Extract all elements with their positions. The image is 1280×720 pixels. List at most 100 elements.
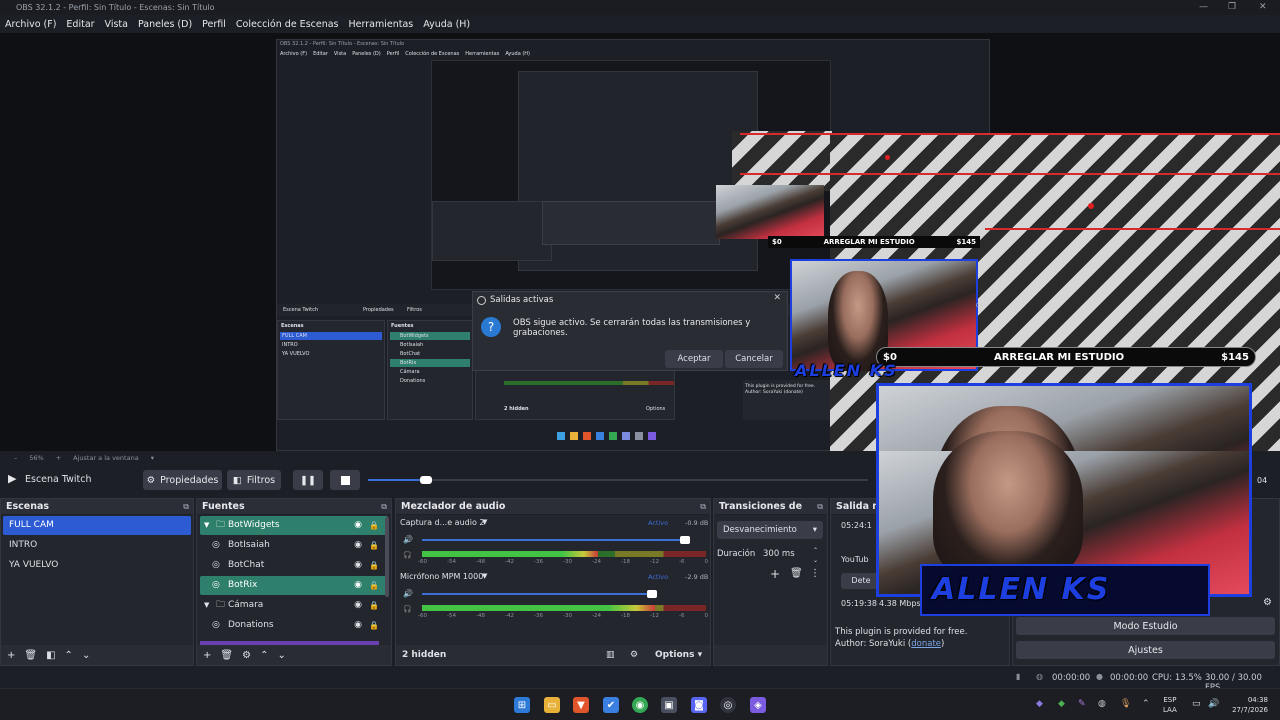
gear-icon[interactable]: ⚙: [242, 650, 251, 661]
source-item[interactable]: ◎ Donations ◉ 🔒: [200, 616, 388, 635]
tray-icon[interactable]: ◆: [1058, 699, 1065, 709]
speaker-icon[interactable]: 🔊: [403, 535, 413, 544]
monitor-icon[interactable]: 🎧: [403, 551, 412, 559]
pause-button[interactable]: ❚❚: [293, 470, 323, 490]
file-explorer-icon[interactable]: ▭: [544, 697, 560, 713]
chevron-down-icon[interactable]: ▼: [482, 572, 487, 580]
add-icon[interactable]: +: [7, 650, 15, 661]
zoom-in-icon[interactable]: +: [56, 454, 61, 462]
lock-icon[interactable]: 🔒: [369, 596, 379, 615]
properties-button[interactable]: ⚙ Propiedades: [143, 470, 222, 490]
mixer-options[interactable]: Options ▾: [655, 650, 702, 660]
dialog-close-icon[interactable]: ✕: [773, 293, 781, 303]
undock-icon[interactable]: ⧉: [817, 499, 823, 515]
filters-button[interactable]: ◧ Filtros: [227, 470, 281, 490]
eye-icon[interactable]: ◉: [354, 576, 362, 595]
trash-icon[interactable]: 🗑: [220, 650, 233, 661]
lock-icon[interactable]: 🔒: [369, 616, 379, 635]
todo-icon[interactable]: ✔: [603, 697, 619, 713]
eye-icon[interactable]: ◉: [354, 596, 362, 615]
arrow-down-icon[interactable]: ⌄: [277, 650, 285, 661]
maximize-icon[interactable]: ❐: [1228, 0, 1236, 15]
windows-start-icon[interactable]: ⊞: [514, 697, 530, 713]
scene-item-intro[interactable]: INTRO: [3, 536, 191, 555]
microphone-icon[interactable]: 🎙: [1120, 699, 1131, 709]
dialog-cancel-button[interactable]: Cancelar: [725, 350, 783, 368]
menu-ayuda[interactable]: Ayuda (H): [423, 19, 470, 30]
undock-icon[interactable]: ⧉: [700, 499, 706, 515]
scene-item-full-cam[interactable]: FULL CAM: [3, 516, 191, 535]
more-icon[interactable]: ⋮: [810, 568, 820, 579]
settings-button[interactable]: Ajustes: [1016, 641, 1275, 659]
zoom-out-icon[interactable]: –: [14, 454, 17, 462]
menu-herramientas[interactable]: Herramientas: [349, 19, 414, 30]
eye-icon[interactable]: ◉: [354, 536, 362, 555]
trash-icon[interactable]: 🗑: [790, 568, 803, 579]
trash-icon[interactable]: 🗑: [24, 650, 37, 661]
game-icon[interactable]: ▣: [661, 697, 677, 713]
menu-perfil[interactable]: Perfil: [202, 19, 226, 30]
scrollbar[interactable]: [385, 517, 389, 597]
menu-archivo[interactable]: Archivo (F): [5, 19, 56, 30]
close-icon[interactable]: ✕: [1259, 0, 1267, 15]
menu-coleccion[interactable]: Colección de Escenas: [236, 19, 339, 30]
transform-handle[interactable]: [1088, 203, 1094, 209]
clock[interactable]: 04:38 27/7/2026: [1228, 695, 1268, 715]
lock-icon[interactable]: 🔒: [369, 516, 379, 535]
tray-icon[interactable]: ◆: [1036, 699, 1043, 709]
eye-icon[interactable]: ◉: [354, 516, 362, 535]
chevron-down-icon[interactable]: ▼: [482, 518, 487, 526]
chevron-down-icon[interactable]: ▼: [204, 516, 209, 535]
volume-slider[interactable]: [422, 536, 691, 544]
chrome-icon[interactable]: ◉: [632, 697, 648, 713]
zoom-fit[interactable]: Ajustar a la ventana: [73, 454, 139, 462]
eye-icon[interactable]: ◉: [354, 556, 362, 575]
arrow-down-icon[interactable]: ⌄: [82, 650, 90, 661]
transition-select[interactable]: Desvanecimiento ▾: [717, 521, 823, 539]
tray-icon[interactable]: ◍: [1098, 699, 1106, 709]
chevron-down-icon[interactable]: ▼: [204, 596, 209, 615]
monitor-icon[interactable]: 🎧: [403, 605, 412, 613]
preview-canvas[interactable]: OBS 32.1.2 - Perfil: Sin Título - Escena…: [0, 33, 1280, 451]
chevron-up-icon[interactable]: ⌃: [1142, 699, 1150, 709]
add-icon[interactable]: +: [203, 650, 211, 661]
play-icon[interactable]: ▶: [8, 472, 16, 485]
menu-editar[interactable]: Editar: [66, 19, 94, 30]
volume-slider[interactable]: [422, 590, 657, 598]
donate-link[interactable]: donate: [911, 639, 941, 649]
source-item[interactable]: ▼ 🗀 Cámara ◉ 🔒: [200, 596, 388, 615]
undock-icon[interactable]: ⧉: [183, 499, 189, 515]
network-icon[interactable]: ▭: [1192, 699, 1201, 709]
arrow-up-icon[interactable]: ⌃: [65, 650, 73, 661]
studio-mode-button[interactable]: Modo Estudio: [1016, 617, 1275, 635]
seek-handle[interactable]: [420, 476, 432, 484]
dialog-accept-button[interactable]: Aceptar: [665, 350, 723, 368]
duration-input[interactable]: 300 ms ⌃ ⌄: [760, 545, 822, 564]
discord-icon[interactable]: ◙: [691, 697, 707, 713]
brave-browser-icon[interactable]: ▼: [573, 697, 589, 713]
filter-icon[interactable]: ◧: [46, 650, 55, 661]
lock-icon[interactable]: 🔒: [369, 536, 379, 555]
lock-icon[interactable]: 🔒: [369, 556, 379, 575]
menu-vista[interactable]: Vista: [105, 19, 128, 30]
seek-track[interactable]: [368, 476, 868, 484]
obs-icon[interactable]: ◎: [720, 697, 736, 713]
stop-button[interactable]: [330, 470, 360, 490]
speaker-icon[interactable]: 🔊: [403, 589, 413, 598]
tray-icon[interactable]: ✎: [1078, 699, 1086, 709]
scene-item-ya-vuelvo[interactable]: YA VUELVO: [3, 556, 191, 575]
volume-knob[interactable]: [646, 590, 657, 598]
output-stop-button[interactable]: Dete: [841, 573, 881, 589]
twitch-app-icon[interactable]: ◈: [750, 697, 766, 713]
layout-icon[interactable]: ▥: [606, 650, 615, 660]
gear-icon[interactable]: ⚙: [1263, 597, 1272, 608]
arrow-up-icon[interactable]: ⌃: [260, 650, 268, 661]
undock-icon[interactable]: ⧉: [381, 499, 387, 515]
source-item[interactable]: ◎ BotChat ◉ 🔒: [200, 556, 388, 575]
source-item[interactable]: ▼ 🗀 BotWidgets ◉ 🔒: [200, 516, 388, 535]
transform-handle[interactable]: [885, 155, 890, 160]
volume-knob[interactable]: [680, 536, 691, 544]
lock-icon[interactable]: 🔒: [369, 576, 379, 595]
language-indicator[interactable]: ESP LAA: [1163, 695, 1177, 715]
volume-icon[interactable]: 🔊: [1208, 699, 1219, 709]
